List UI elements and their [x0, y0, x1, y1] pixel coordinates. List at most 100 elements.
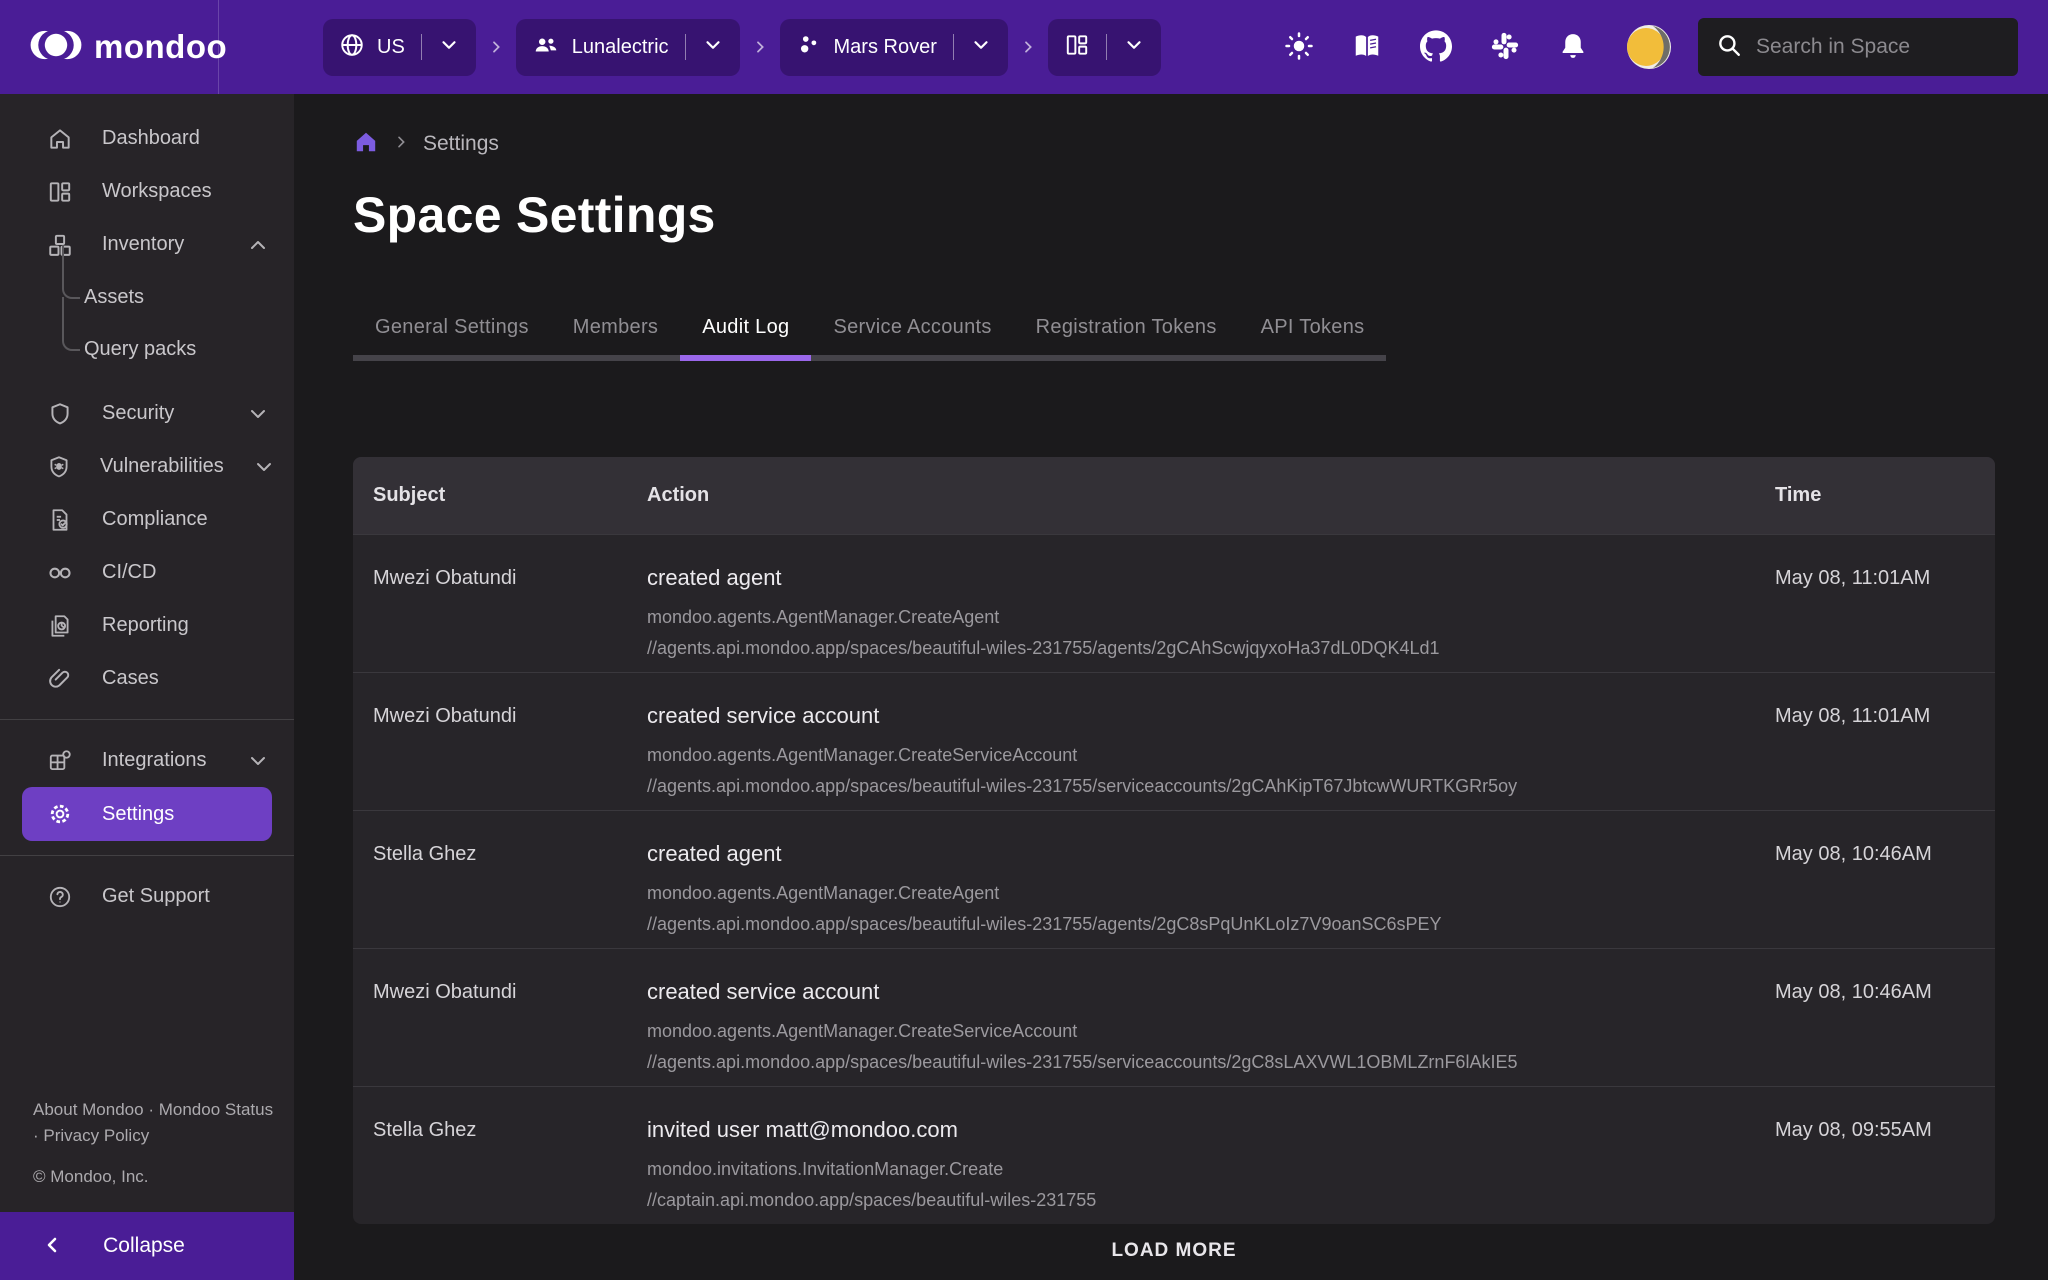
chevron-down-icon — [1123, 34, 1145, 61]
action-method: mondoo.agents.AgentManager.CreateAgent — [647, 883, 1775, 904]
row-action: invited user matt@mondoo.com mondoo.invi… — [647, 1117, 1775, 1221]
breadcrumb-separator-icon — [752, 39, 768, 55]
tab-general-settings[interactable]: General Settings — [353, 302, 551, 355]
main-content: Settings Space Settings General Settings… — [294, 94, 2048, 1280]
sidebar-item-compliance[interactable]: Compliance — [0, 493, 294, 546]
action-resource: //captain.api.mondoo.app/spaces/beautifu… — [647, 1190, 1775, 1211]
search-input[interactable] — [1756, 35, 2027, 59]
pill-divider — [1106, 34, 1107, 60]
sidebar-item-label: Get Support — [102, 885, 210, 908]
home-icon — [46, 126, 74, 152]
action-method: mondoo.agents.AgentManager.CreateAgent — [647, 607, 1775, 628]
chevron-down-icon — [970, 34, 992, 61]
row-action: created service account mondoo.agents.Ag… — [647, 703, 1775, 807]
column-header-action: Action — [647, 484, 1775, 507]
sidebar-item-cicd[interactable]: CI/CD — [0, 546, 294, 599]
action-resource: //agents.api.mondoo.app/spaces/beautiful… — [647, 776, 1775, 797]
notifications-button[interactable] — [1558, 31, 1588, 64]
collapse-sidebar-button[interactable]: Collapse — [0, 1212, 294, 1280]
breadcrumb-home-icon[interactable] — [353, 129, 379, 160]
sidebar-item-vulnerabilities[interactable]: Vulnerabilities — [0, 440, 294, 493]
topbar-actions — [1284, 24, 1672, 70]
brand-name: mondoo — [94, 28, 227, 66]
sidebar-item-reporting[interactable]: Reporting — [0, 599, 294, 652]
sidebar-item-dashboard[interactable]: Dashboard — [0, 112, 294, 165]
row-subject: Stella Ghez — [373, 1117, 647, 1142]
table-row: Mwezi Obatundi created service account m… — [353, 672, 1995, 810]
sidebar-item-label: Compliance — [102, 508, 208, 531]
sidebar-item-label: Inventory — [102, 233, 184, 256]
copyright: © Mondoo, Inc. — [33, 1164, 294, 1190]
sidebar-item-label: Assets — [84, 286, 144, 309]
sidebar-item-settings[interactable]: Settings — [22, 787, 272, 841]
action-resource: //agents.api.mondoo.app/spaces/beautiful… — [647, 1052, 1775, 1073]
privacy-policy-link[interactable]: Privacy Policy — [43, 1126, 149, 1145]
globe-icon — [339, 32, 365, 63]
action-resource: //agents.api.mondoo.app/spaces/beautiful… — [647, 914, 1775, 935]
row-time: May 08, 11:01AM — [1775, 565, 1975, 590]
row-time: May 08, 09:55AM — [1775, 1117, 1975, 1142]
table-row: Mwezi Obatundi created service account m… — [353, 948, 1995, 1086]
slack-button[interactable] — [1490, 31, 1520, 64]
action-method: mondoo.agents.AgentManager.CreateService… — [647, 1021, 1775, 1042]
space-label: Mars Rover — [834, 36, 937, 59]
collapse-label: Collapse — [64, 1234, 224, 1258]
sidebar-item-inventory[interactable]: Inventory — [0, 218, 294, 271]
tab-service-accounts[interactable]: Service Accounts — [811, 302, 1013, 355]
link-separator: · — [148, 1100, 154, 1119]
sidebar-item-label: Settings — [102, 803, 174, 826]
sidebar-item-get-support[interactable]: Get Support — [0, 870, 294, 923]
sidebar-item-label: Security — [102, 402, 174, 425]
sidebar-item-integrations[interactable]: Integrations — [0, 734, 294, 787]
sidebar-item-query-packs[interactable]: Query packs — [0, 323, 294, 375]
chevron-down-icon — [252, 455, 276, 479]
user-avatar[interactable] — [1626, 24, 1672, 70]
sidebar-item-cases[interactable]: Cases — [0, 652, 294, 705]
book-icon — [1352, 31, 1382, 64]
space-dots-icon — [796, 32, 822, 63]
sidebar-item-label: Query packs — [84, 338, 196, 361]
sidebar-item-label: Reporting — [102, 614, 189, 637]
page-title: Space Settings — [353, 186, 1995, 244]
row-action: created service account mondoo.agents.Ag… — [647, 979, 1775, 1083]
action-method: mondoo.invitations.InvitationManager.Cre… — [647, 1159, 1775, 1180]
scope-selectors: US Lunalectric — [323, 19, 1161, 76]
sidebar-item-label: Integrations — [102, 749, 207, 772]
action-resource: //agents.api.mondoo.app/spaces/beautiful… — [647, 638, 1775, 659]
brand[interactable]: mondoo — [0, 0, 219, 94]
integrations-icon — [46, 748, 74, 774]
chevron-left-icon — [40, 1233, 64, 1260]
chevron-down-icon — [702, 34, 724, 61]
table-row: Mwezi Obatundi created agent mondoo.agen… — [353, 534, 1995, 672]
theme-toggle-button[interactable] — [1284, 31, 1314, 64]
row-subject: Mwezi Obatundi — [373, 565, 647, 590]
breadcrumb: Settings — [353, 130, 1995, 158]
space-search[interactable] — [1698, 18, 2018, 76]
about-mondoo-link[interactable]: About Mondoo — [33, 1100, 144, 1119]
inventory-subitems: Assets Query packs — [0, 271, 294, 375]
mondoo-status-link[interactable]: Mondoo Status — [159, 1100, 273, 1119]
row-subject: Mwezi Obatundi — [373, 979, 647, 1004]
sidebar-item-workspaces[interactable]: Workspaces — [0, 165, 294, 218]
sidebar-item-label: CI/CD — [102, 561, 156, 584]
shield-icon — [46, 401, 74, 427]
load-more-button[interactable]: LOAD MORE — [1111, 1240, 1236, 1262]
docs-button[interactable] — [1352, 31, 1382, 64]
tab-registration-tokens[interactable]: Registration Tokens — [1014, 302, 1239, 355]
view-selector[interactable] — [1048, 19, 1161, 76]
tab-audit-log[interactable]: Audit Log — [680, 302, 811, 355]
organization-selector[interactable]: Lunalectric — [516, 19, 740, 76]
sidebar-item-security[interactable]: Security — [0, 387, 294, 440]
tab-api-tokens[interactable]: API Tokens — [1239, 302, 1387, 355]
chevron-down-icon — [246, 749, 270, 773]
sidebar-divider — [0, 719, 294, 720]
pill-divider — [685, 34, 686, 60]
sidebar-item-assets[interactable]: Assets — [0, 271, 294, 323]
region-selector[interactable]: US — [323, 19, 476, 76]
space-selector[interactable]: Mars Rover — [780, 19, 1008, 76]
tab-members[interactable]: Members — [551, 302, 680, 355]
github-button[interactable] — [1420, 30, 1452, 65]
audit-log-table: Subject Action Time Mwezi Obatundi creat… — [353, 457, 1995, 1224]
column-header-time: Time — [1775, 484, 1975, 507]
sidebar-item-label: Cases — [102, 667, 159, 690]
